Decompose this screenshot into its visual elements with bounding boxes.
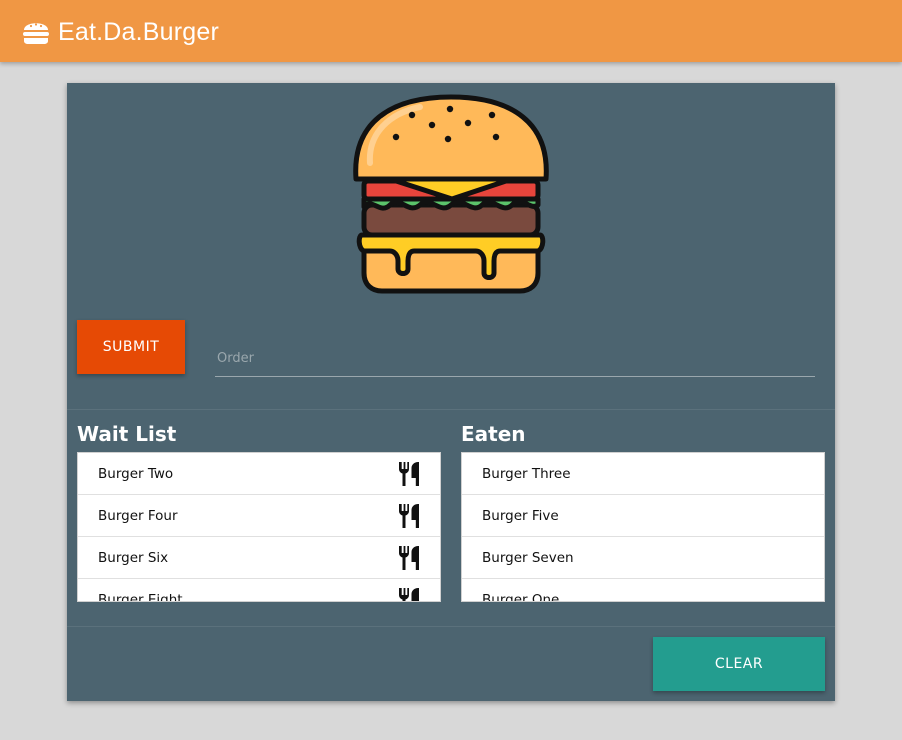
eaten-list-item: Burger Seven (462, 537, 824, 579)
wait-list[interactable]: Burger Two Burger Four Burger Six Burger… (77, 452, 441, 602)
wait-list-item: Burger Four (78, 495, 440, 537)
order-input[interactable] (215, 341, 815, 377)
utensils-icon[interactable] (398, 588, 420, 602)
list-item-label: Burger Two (98, 465, 174, 482)
submit-button[interactable]: SUBMIT (77, 320, 185, 374)
list-item-label: Burger One (482, 591, 560, 602)
list-item-label: Burger Six (98, 549, 169, 566)
navbar: Eat.Da.Burger (0, 0, 902, 62)
list-item-label: Burger Seven (482, 549, 574, 566)
burger-illustration (353, 94, 549, 294)
wait-list-title: Wait List (77, 422, 177, 446)
eaten-list-item: Burger One (462, 579, 824, 602)
list-item-label: Burger Eight (98, 591, 183, 602)
burger-card: SUBMIT Wait List Eaten Burger Two Burger… (67, 83, 835, 701)
clear-button[interactable]: CLEAR (653, 637, 825, 691)
eaten-list-item: Burger Five (462, 495, 824, 537)
eaten-list-title: Eaten (461, 422, 526, 446)
eaten-list[interactable]: Burger Three Burger Five Burger Seven Bu… (461, 452, 825, 602)
wait-list-item: Burger Two (78, 453, 440, 495)
utensils-icon[interactable] (398, 546, 420, 570)
list-item-label: Burger Four (98, 507, 178, 524)
wait-list-item: Burger Six (78, 537, 440, 579)
wait-list-item: Burger Eight (78, 579, 440, 602)
utensils-icon[interactable] (398, 462, 420, 486)
divider (67, 409, 835, 410)
brand-link[interactable]: Eat.Da.Burger (21, 16, 219, 48)
brand-title: Eat.Da.Burger (58, 18, 220, 46)
utensils-icon[interactable] (398, 504, 420, 528)
burger-icon (23, 23, 49, 44)
eaten-list-item: Burger Three (462, 453, 824, 495)
list-item-label: Burger Three (482, 465, 571, 482)
divider (67, 626, 835, 627)
list-item-label: Burger Five (482, 507, 559, 524)
